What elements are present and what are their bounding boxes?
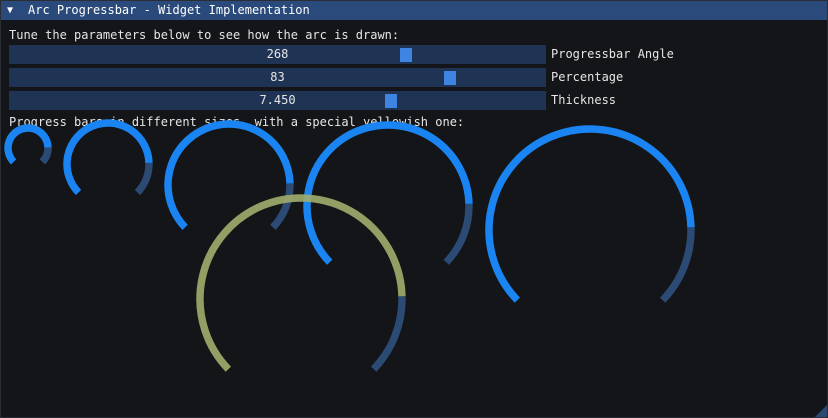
arc-track	[659, 227, 695, 303]
arc-progress-md	[164, 120, 294, 230]
arc-track	[39, 147, 52, 165]
arc-track	[370, 296, 406, 372]
arc-progress-canvas	[4, 119, 695, 372]
arc-progress-xl	[485, 125, 695, 303]
arc-track	[134, 162, 153, 196]
arc-fill	[196, 194, 406, 372]
arc-progressbar-window: ▼ Arc Progressbar - Widget Implementatio…	[0, 0, 828, 418]
arc-track	[270, 183, 294, 230]
arc-progress-yellowish	[196, 194, 406, 372]
resize-grip[interactable]	[815, 405, 827, 417]
arc-fill	[63, 119, 153, 196]
arc-track	[443, 203, 473, 265]
arc-progress-xs	[4, 124, 52, 165]
arc-fill	[164, 120, 294, 230]
arc-progress-sm	[63, 119, 153, 196]
arc-fill	[485, 125, 695, 303]
